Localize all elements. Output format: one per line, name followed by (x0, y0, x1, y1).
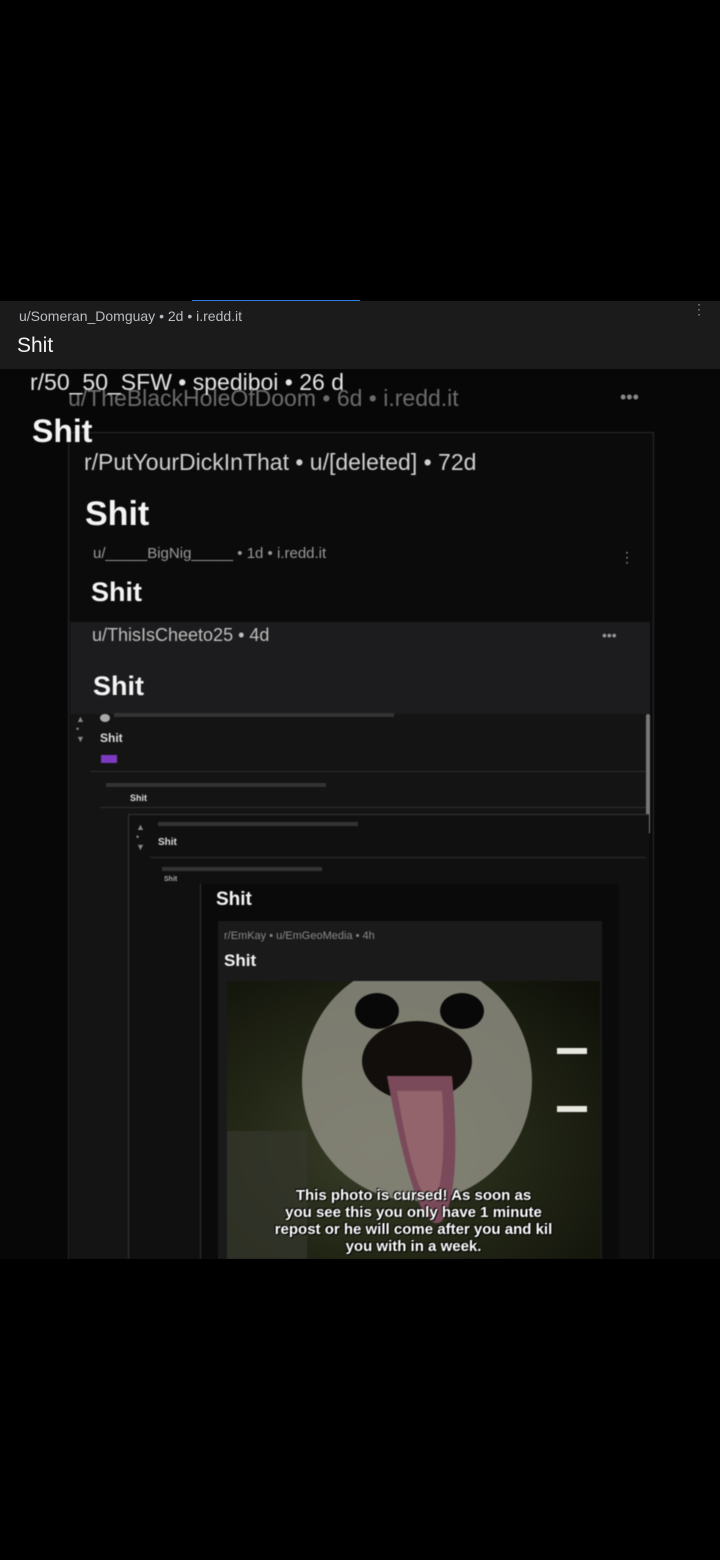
nested-more-icon: ••• (620, 387, 639, 407)
caption-line: you with in a week. (345, 1238, 482, 1255)
nested-title: Shit (91, 577, 142, 607)
cursed-caption: This photo is cursed! As soon as you see… (227, 1187, 600, 1255)
nested-title: Shit (224, 951, 257, 970)
vote-arrows-icon: ▲ • ▼ (76, 714, 85, 744)
nested-title: Shit (164, 876, 178, 883)
post-title[interactable]: Shit (17, 334, 53, 358)
more-options-icon[interactable]: ⋮ (692, 302, 706, 316)
nested-meta: r/PutYourDickInThat • u/[deleted] • 72d (84, 449, 477, 475)
post-image[interactable]: u/TheBlackHoleOfDoom • 6d • i.redd.it r/… (0, 369, 720, 1259)
nested-title: Shit (158, 837, 177, 848)
flair-badge (101, 755, 117, 763)
nested-title: Shit (85, 495, 150, 533)
nested-title: Shit (216, 889, 252, 910)
post-meta[interactable]: u/Someran_Domguay • 2d • i.redd.it (19, 308, 242, 324)
divider (100, 807, 646, 808)
caption-line: This photo is cursed! As soon as (295, 1187, 532, 1204)
nested-meta-placeholder (158, 822, 358, 826)
nested-meta-placeholder (114, 713, 394, 717)
nested-meta-placeholder (106, 783, 326, 787)
divider (90, 771, 646, 772)
nested-title: Shit (130, 793, 147, 803)
nested-more-icon: ⋮ (620, 549, 634, 565)
vote-arrows-icon: ▲ • ▼ (136, 822, 145, 852)
nested-title: Shit (93, 671, 144, 701)
nested-title: Shit (100, 731, 123, 745)
nested-meta: u/_____BigNig_____ • 1d • i.redd.it (93, 545, 327, 562)
nested-subreddit-line: r/50_50_SFW • spediboi • 26 d (30, 369, 345, 395)
nested-title: Shit (32, 413, 93, 449)
caption-line: repost or he will come after you and kil (274, 1221, 553, 1238)
divider (150, 857, 646, 858)
avatar (100, 714, 110, 722)
caption-line: you see this you only have 1 minute (285, 1204, 542, 1221)
nested-meta-placeholder (162, 867, 322, 871)
nested-meta: u/ThisIsCheeto25 • 4d (92, 625, 270, 645)
nested-meta: r/EmKay • u/EmGeoMedia • 4h (224, 930, 375, 942)
cursed-photo: This photo is cursed! As soon as you see… (227, 981, 600, 1259)
nested-more-icon: ••• (602, 627, 617, 643)
